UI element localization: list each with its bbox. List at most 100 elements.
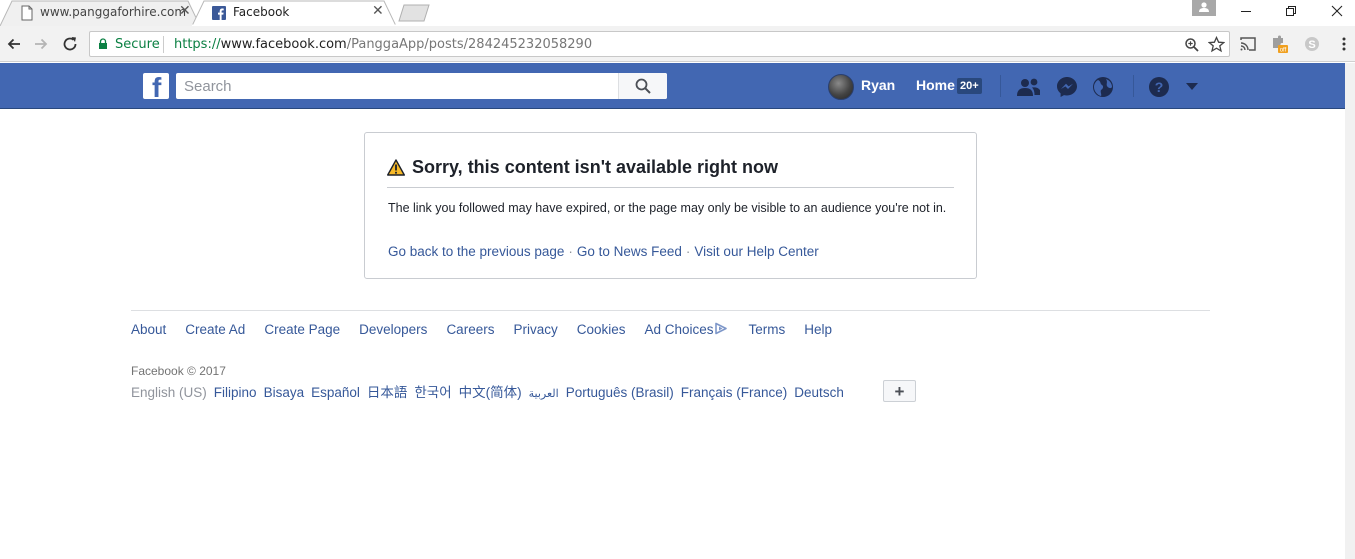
reload-button[interactable] — [60, 34, 80, 54]
zoom-icon[interactable] — [1184, 37, 1200, 53]
svg-text:?: ? — [1155, 79, 1164, 95]
footer-link-create-page[interactable]: Create Page — [264, 322, 340, 337]
help-question-icon: ? — [1149, 77, 1169, 97]
footer-link-ad-choices[interactable]: Ad Choices — [645, 322, 728, 337]
svg-text:off: off — [1280, 48, 1287, 54]
back-arrow-icon — [7, 38, 20, 50]
facebook-favicon-icon — [212, 6, 226, 20]
restore-icon — [1286, 6, 1296, 16]
search-input[interactable] — [176, 73, 618, 99]
ad-choices-label: Ad Choices — [644, 322, 714, 337]
url-path: /PanggaApp/posts/284245232058290 — [346, 37, 593, 52]
skype-extension-button[interactable]: S — [1302, 34, 1322, 54]
footer-link-developers[interactable]: Developers — [359, 322, 427, 337]
footer-link-about[interactable]: About — [131, 322, 166, 337]
forward-arrow-icon — [35, 38, 48, 50]
language-option[interactable]: Français (France) — [681, 385, 788, 400]
error-actions: Go back to the previous page · Go to News … — [388, 244, 819, 259]
messages-button[interactable] — [1055, 75, 1079, 99]
language-option[interactable]: العربية — [529, 388, 559, 400]
footer-divider — [131, 310, 1210, 311]
person-icon — [1199, 2, 1209, 12]
friend-requests-button[interactable] — [1016, 75, 1040, 99]
new-tab-button[interactable] — [396, 4, 432, 22]
caret-down-icon — [1186, 83, 1198, 90]
error-description: The link you followed may have expired, … — [388, 201, 947, 215]
quick-help-button[interactable]: ? — [1147, 75, 1171, 99]
browser-tab-panggaforhire[interactable]: www.panggaforhire.com ✕ — [0, 0, 200, 26]
url-host: www.facebook.com — [220, 37, 347, 52]
lock-icon — [99, 38, 107, 49]
address-bar[interactable]: Secure https://www.facebook.com/PanggaAp… — [89, 31, 1230, 57]
minimize-button[interactable] — [1223, 0, 1269, 22]
notifications-button[interactable] — [1091, 75, 1115, 99]
omnibox-divider — [163, 36, 164, 53]
language-current: English (US) — [131, 385, 207, 400]
language-option[interactable]: 中文(简体) — [459, 385, 522, 400]
cast-button[interactable] — [1238, 34, 1258, 54]
footer-link-create-ad[interactable]: Create Ad — [185, 322, 245, 337]
footer-link-careers[interactable]: Careers — [446, 322, 494, 337]
account-menu-button[interactable] — [1180, 75, 1204, 99]
close-window-button[interactable] — [1314, 0, 1355, 22]
header-divider — [1133, 75, 1134, 97]
facebook-logo-icon[interactable]: f — [143, 73, 169, 99]
search-button[interactable] — [618, 73, 667, 99]
cast-icon — [1240, 37, 1256, 51]
footer-link-terms[interactable]: Terms — [749, 322, 786, 337]
url-text[interactable]: https://www.facebook.com/PanggaApp/posts… — [174, 37, 592, 52]
extension-off-icon: off — [1273, 35, 1288, 54]
chrome-menu-button[interactable] — [1334, 34, 1354, 54]
link-separator: · — [568, 244, 573, 259]
globe-icon — [1093, 77, 1113, 97]
error-divider — [387, 187, 954, 188]
messenger-icon — [1057, 77, 1077, 97]
footer-link-help[interactable]: Help — [804, 322, 832, 337]
help-center-link[interactable]: Visit our Help Center — [694, 244, 818, 259]
language-option[interactable]: Português (Brasil) — [566, 385, 674, 400]
content-unavailable-card: Sorry, this content isn't available righ… — [364, 132, 977, 279]
footer-link-privacy[interactable]: Privacy — [513, 322, 557, 337]
tab-title: Facebook — [233, 5, 290, 19]
language-option[interactable]: Deutsch — [794, 385, 844, 400]
tab-close-icon[interactable]: ✕ — [372, 3, 384, 19]
url-scheme: https:// — [174, 37, 221, 52]
minimize-icon — [1241, 11, 1251, 12]
profile-link[interactable]: Ryan — [861, 77, 895, 93]
page-scrollbar[interactable] — [1345, 63, 1355, 559]
more-languages-button[interactable]: + — [883, 380, 916, 402]
header-divider — [1000, 75, 1001, 97]
back-button[interactable] — [4, 34, 24, 54]
svg-text:S: S — [1308, 39, 1315, 51]
language-option[interactable]: Filipino — [214, 385, 257, 400]
forward-button[interactable] — [31, 34, 51, 54]
extension-button[interactable]: off — [1269, 34, 1289, 54]
footer-link-cookies[interactable]: Cookies — [577, 322, 626, 337]
restore-button[interactable] — [1268, 0, 1314, 22]
profile-button[interactable] — [1192, 0, 1216, 16]
bookmark-star-icon[interactable] — [1208, 36, 1225, 53]
tab-title: www.panggaforhire.com — [40, 5, 187, 19]
language-option[interactable]: Español — [311, 385, 360, 400]
secure-label[interactable]: Secure — [115, 37, 160, 52]
go-back-link[interactable]: Go back to the previous page — [388, 244, 564, 259]
browser-toolbar: Secure https://www.facebook.com/PanggaAp… — [0, 26, 1355, 62]
link-separator: · — [685, 244, 691, 259]
search-box — [176, 73, 667, 99]
friends-icon — [1017, 78, 1040, 96]
search-icon — [635, 78, 651, 94]
browser-tab-facebook[interactable]: Facebook ✕ — [192, 0, 396, 26]
language-option[interactable]: 한국어 — [414, 385, 451, 400]
language-option[interactable]: 日本語 — [367, 385, 408, 400]
news-feed-link[interactable]: Go to News Feed — [577, 244, 682, 259]
avatar[interactable] — [828, 74, 854, 100]
language-selector: English (US) Filipino Bisaya Español 日本語 한국어 中… — [131, 381, 851, 401]
reload-icon — [63, 37, 77, 51]
more-vertical-icon — [1342, 37, 1346, 51]
skype-icon: S — [1305, 37, 1319, 51]
home-link[interactable]: Home — [916, 77, 955, 93]
language-option[interactable]: Bisaya — [264, 385, 305, 400]
tab-close-icon[interactable]: ✕ — [179, 3, 191, 19]
footer-nav: About Create Ad Create Page Developers Caree… — [131, 322, 851, 337]
ad-choices-icon — [714, 322, 727, 335]
